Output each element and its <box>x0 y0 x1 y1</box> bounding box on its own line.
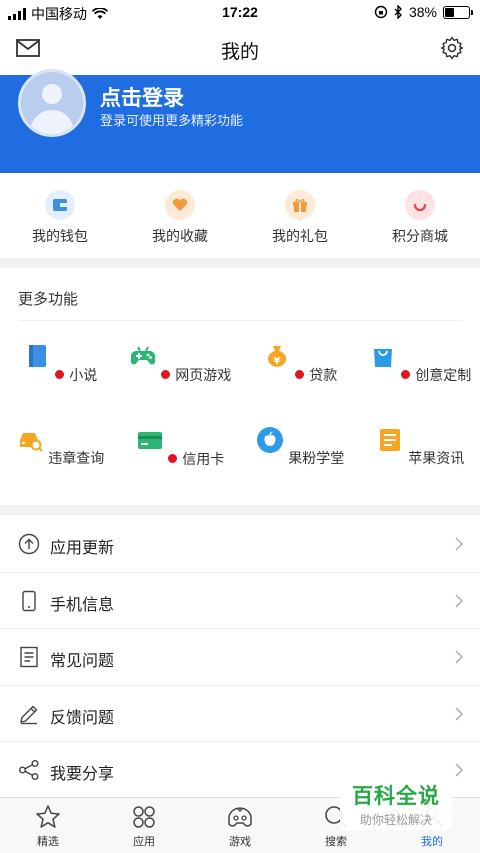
login-title[interactable]: 点击登录 <box>100 82 184 112</box>
watermark-subtitle: 助你轻松解决 <box>359 813 432 827</box>
star-icon <box>36 805 60 828</box>
chevron-right-icon <box>455 593 464 608</box>
tab-label: 搜索 <box>325 836 347 848</box>
grid-item-apple-school[interactable]: 果粉学堂 <box>240 424 360 508</box>
quick-item-gifts[interactable]: 我的礼包 <box>240 186 360 250</box>
list-item-phone-info[interactable]: 手机信息 <box>0 573 480 629</box>
quick-item-points-mall[interactable]: 积分商城 <box>360 186 480 250</box>
grid-item-novel[interactable]: 小说 <box>0 340 120 424</box>
grid-item-credit-card[interactable]: 信用卡 <box>120 424 240 508</box>
list-item-faq[interactable]: 常见问题 <box>0 629 480 686</box>
settings-list: 应用更新 手机信息 常见问题 反馈问题 我要分享 <box>0 516 480 799</box>
list-item-label: 反馈问题 <box>50 709 115 727</box>
function-grid: 小说 网页游戏 ¥ 贷款 创意定制 违章查询 信用卡 果粉学堂 苹果资讯 <box>0 340 480 508</box>
quick-item-favorites[interactable]: 我的收藏 <box>120 186 240 250</box>
rotation-lock-icon <box>374 5 388 19</box>
new-badge-dot <box>401 370 411 379</box>
grid-label: 小说 <box>69 366 98 383</box>
list-item-feedback[interactable]: 反馈问题 <box>0 686 480 742</box>
chevron-right-icon <box>455 650 464 664</box>
battery-icon <box>443 5 473 19</box>
section-title: 更多功能 <box>18 291 79 308</box>
chevron-right-icon <box>455 537 464 551</box>
tab-games[interactable]: 游戏 <box>192 798 288 853</box>
list-item-label: 手机信息 <box>50 596 115 614</box>
heart-icon <box>165 190 195 220</box>
tab-label: 游戏 <box>229 836 251 848</box>
section-divider <box>0 258 480 268</box>
document-icon <box>20 646 38 668</box>
quick-actions: 我的钱包 我的收藏 我的礼包 积分商城 <box>0 186 480 250</box>
credit-card-icon <box>137 432 162 449</box>
pencil-icon <box>20 705 38 724</box>
watermark-logo: 百科全说 助你轻松解决 <box>340 776 452 830</box>
gift-icon <box>285 190 315 220</box>
grid-label: 果粉学堂 <box>288 450 345 466</box>
points-mall-icon <box>405 190 435 220</box>
list-item-label: 我要分享 <box>50 766 115 783</box>
grid-label: 信用卡 <box>182 450 225 467</box>
divider <box>18 320 462 321</box>
tab-label: 精选 <box>37 836 59 848</box>
watermark-title: 百科全说 <box>352 785 440 808</box>
section-divider <box>0 505 480 515</box>
grid-label: 违章查询 <box>48 450 105 466</box>
svg-text:¥: ¥ <box>273 356 280 367</box>
grid-item-custom[interactable]: 创意定制 <box>360 340 480 424</box>
grid-item-web-games[interactable]: 网页游戏 <box>120 340 240 424</box>
shopping-bag-icon <box>373 349 392 367</box>
upload-icon <box>18 533 40 555</box>
apps-icon <box>133 806 155 828</box>
apple-icon <box>256 427 283 453</box>
quick-label: 我的收藏 <box>152 228 208 244</box>
status-bar: 中国移动 17:22 38% <box>0 0 480 26</box>
grid-item-loan[interactable]: ¥ 贷款 <box>240 340 360 424</box>
login-banner[interactable]: 点击登录 登录可使用更多精彩功能 <box>0 69 480 173</box>
avatar[interactable] <box>18 69 86 137</box>
gear-icon[interactable] <box>440 36 464 60</box>
page-title: 我的 <box>220 42 259 63</box>
chevron-right-icon <box>455 763 464 777</box>
navigation-bar: 我的 <box>0 26 480 72</box>
login-subtitle: 登录可使用更多精彩功能 <box>100 113 244 128</box>
bluetooth-icon <box>394 5 402 19</box>
car-search-icon <box>19 433 43 452</box>
phone-icon <box>22 590 36 611</box>
new-badge-dot <box>168 454 178 463</box>
quick-label: 我的钱包 <box>32 228 88 244</box>
grid-item-apple-news[interactable]: 苹果资讯 <box>360 424 480 508</box>
grid-item-violation[interactable]: 违章查询 <box>0 424 120 508</box>
quick-item-wallet[interactable]: 我的钱包 <box>0 186 120 250</box>
grid-label: 苹果资讯 <box>408 450 465 466</box>
tab-featured[interactable]: 精选 <box>0 798 96 853</box>
game-controller-icon <box>228 807 252 827</box>
battery-percent: 38% <box>408 4 437 20</box>
grid-label: 贷款 <box>309 366 338 383</box>
grid-label: 网页游戏 <box>175 366 232 383</box>
tab-label: 应用 <box>133 836 155 848</box>
grid-label: 创意定制 <box>415 366 472 383</box>
list-item-label: 常见问题 <box>50 653 115 670</box>
wallet-icon <box>45 190 75 220</box>
tab-label: 我的 <box>421 836 443 848</box>
new-badge-dot <box>55 370 65 379</box>
gamepad-icon <box>130 346 155 365</box>
money-bag-icon: ¥ <box>267 346 286 367</box>
list-item-label: 应用更新 <box>50 540 115 557</box>
chevron-right-icon <box>455 706 464 721</box>
book-icon <box>28 345 46 367</box>
quick-label: 积分商城 <box>392 228 448 244</box>
share-icon <box>19 760 39 780</box>
quick-label: 我的礼包 <box>272 228 328 244</box>
new-badge-dot <box>295 370 305 379</box>
tab-apps[interactable]: 应用 <box>96 798 192 853</box>
news-icon <box>379 429 400 451</box>
list-item-app-update[interactable]: 应用更新 <box>0 516 480 573</box>
new-badge-dot <box>161 370 171 379</box>
